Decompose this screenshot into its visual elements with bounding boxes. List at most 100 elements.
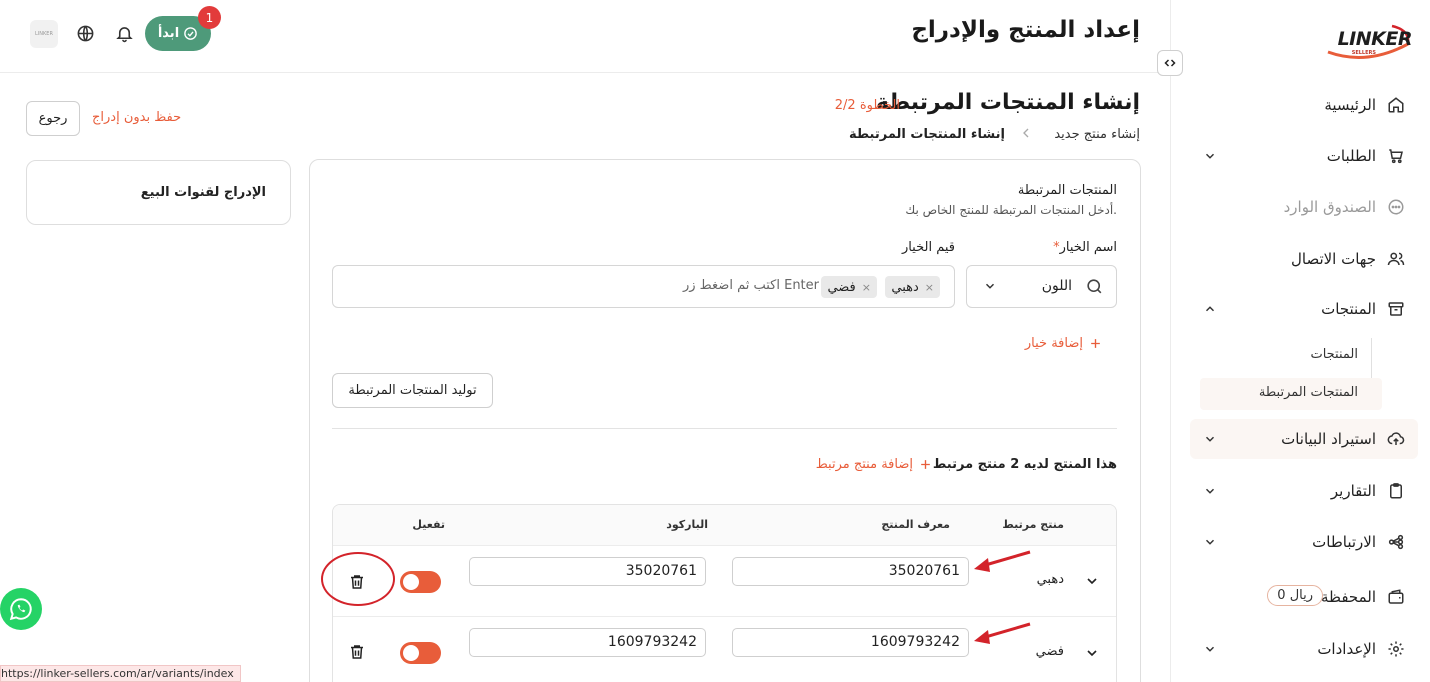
share-icon [1386,532,1406,552]
annotation-arrow-icon [974,622,1031,644]
close-icon[interactable]: × [862,281,871,294]
chevron-down-icon[interactable] [1084,645,1100,661]
close-icon[interactable]: × [925,281,934,294]
step-indicator: الخطوة 2/2 [834,98,900,113]
whatsapp-icon [9,598,32,621]
option-name-value: اللون [1041,278,1072,294]
option-tag-label: فضي [827,279,856,295]
page-title: إعداد المنتج والإدراج [911,17,1140,43]
option-name-select[interactable]: اللون [966,265,1117,308]
add-variant-button[interactable]: إضافة منتج مرتبط [816,457,932,472]
chevron-down-icon [1200,481,1220,501]
sidebar-item-label: المنتجات [1321,300,1376,318]
status-bar-url: https://linker-sellers.com/ar/variants/i… [0,665,241,682]
wallet-icon [1386,587,1406,607]
sidebar-item-contacts[interactable]: جهات الاتصال [1190,239,1418,279]
variants-table: منتج مرتبط معرف المنتج الباركود تفعيل ده… [332,504,1117,682]
variant-name: فضي [1035,644,1064,659]
brand-logo[interactable]: LINKER SELLERS [1322,22,1413,62]
chevron-down-icon [1200,639,1220,659]
sidebar-item-label: الرئيسية [1324,96,1376,114]
sidebar-item-products[interactable]: المنتجات [1190,289,1418,329]
variants-count-text: هذا المنتج لديه 2 منتج مرتبط [932,457,1117,472]
sidebar-item-orders[interactable]: الطلبات [1190,136,1418,176]
sidebar-item-settings[interactable]: الإعدادات [1190,629,1418,669]
trash-icon[interactable] [348,643,366,661]
chevron-up-icon [1200,299,1220,319]
sidebar-item-integrations[interactable]: الارتباطات [1190,522,1418,562]
search-icon [1085,277,1104,296]
plus-icon [919,458,932,471]
add-variant-label: إضافة منتج مرتبط [815,457,913,472]
table-header: منتج مرتبط معرف المنتج الباركود تفعيل [333,505,1116,546]
sidebar-item-label: الإعدادات [1317,640,1376,658]
sidebar-item-import[interactable]: استيراد البيانات [1190,419,1418,459]
breadcrumb-item-current: إنشاء المنتجات المرتبطة [849,127,1005,142]
sidebar-subitem-products[interactable]: المنتجات [1310,347,1358,362]
generate-variants-button[interactable]: توليد المنتجات المرتبطة [332,373,493,408]
column-header-product-id: معرف المنتج [881,518,950,531]
option-tag: فضي × [821,276,877,298]
option-tag: دهبي × [885,276,940,298]
sidebar-item-label: الصندوق الوارد [1283,198,1376,216]
section-title: إنشاء المنتجات المرتبطة [876,90,1140,115]
variant-name: دهبي [1036,572,1064,587]
avatar[interactable]: LINKER [30,20,58,48]
barcode-input[interactable]: 1609793242 [469,628,706,657]
plus-icon [1089,337,1102,350]
gear-icon [1386,639,1406,659]
sales-channels-card: الإدراج لقنوات البيع [26,160,291,225]
sidebar-subitem-variants[interactable]: المنتجات المرتبطة [1259,385,1358,400]
variants-section-description: أدخل المنتجات المرتبطة للمنتج الخاص بك. [905,203,1117,217]
option-values-input[interactable]: دهبي × فضي × اكتب ثم اضغط زر Enter [332,265,955,308]
column-header-variant: منتج مرتبط [1002,518,1064,531]
chevron-left-icon [1018,124,1034,142]
whatsapp-button[interactable] [0,588,42,630]
chevron-down-icon[interactable] [1084,573,1100,589]
option-tag-label: دهبي [891,279,919,295]
bell-icon[interactable] [115,24,134,43]
barcode-input[interactable]: 35020761 [469,557,706,586]
sidebar-item-label: الارتباطات [1312,533,1376,551]
sidebar-item-home[interactable]: الرئيسية [1190,85,1418,125]
sidebar-item-label: التقارير [1330,482,1376,500]
sidebar-item-label: الطلبات [1326,147,1376,165]
sidebar-item-label: المحفظة [1320,588,1376,606]
option-values-label: قيم الخيار [901,240,955,255]
breadcrumb-item-new-product[interactable]: إنشاء منتج جديد [1054,127,1140,142]
start-button-label: ابدأ [157,26,180,41]
topbar: إعداد المنتج والإدراج ابدأ 1 LINKER [0,0,1170,73]
chevron-down-icon [983,279,997,293]
sidebar-item-reports[interactable]: التقارير [1190,471,1418,511]
brand-name: LINKER [1337,28,1413,50]
option-values-placeholder: اكتب ثم اضغط زر Enter [682,278,819,293]
column-header-barcode: الباركود [666,518,708,531]
cart-icon [1386,146,1406,166]
active-toggle[interactable] [400,642,441,664]
clipboard-icon [1386,481,1406,501]
globe-icon[interactable] [76,24,95,43]
save-without-listing-link[interactable]: حفظ بدون إدراج [92,110,181,125]
back-button[interactable]: رجوع [26,101,80,136]
product-id-input[interactable]: 35020761 [732,557,969,586]
chevron-down-icon [1200,429,1220,449]
active-toggle[interactable] [400,571,441,593]
chevron-down-icon [1200,146,1220,166]
users-icon [1386,249,1406,269]
chat-icon [1386,197,1406,217]
sidebar-item-inbox[interactable]: الصندوق الوارد [1190,187,1418,227]
option-name-label-text: اسم الخيار [1059,240,1117,255]
code-chevrons-icon [1164,59,1176,67]
column-header-active: تفعيل [412,518,445,531]
brand-sub: SELLERS [1351,50,1376,56]
sales-channels-title: الإدراج لقنوات البيع [140,185,266,200]
notification-count-badge: 1 [198,6,221,29]
toggle-knob [403,645,419,661]
wallet-balance-badge: 0 ريال [1267,585,1323,606]
product-id-input[interactable]: 1609793242 [732,628,969,657]
chevron-down-icon [1200,532,1220,552]
home-icon [1386,95,1406,115]
sidebar-collapse-button[interactable] [1157,50,1183,76]
add-option-button[interactable]: إضافة خيار [1025,336,1102,351]
variants-section-title: المنتجات المرتبطة [1017,183,1117,198]
